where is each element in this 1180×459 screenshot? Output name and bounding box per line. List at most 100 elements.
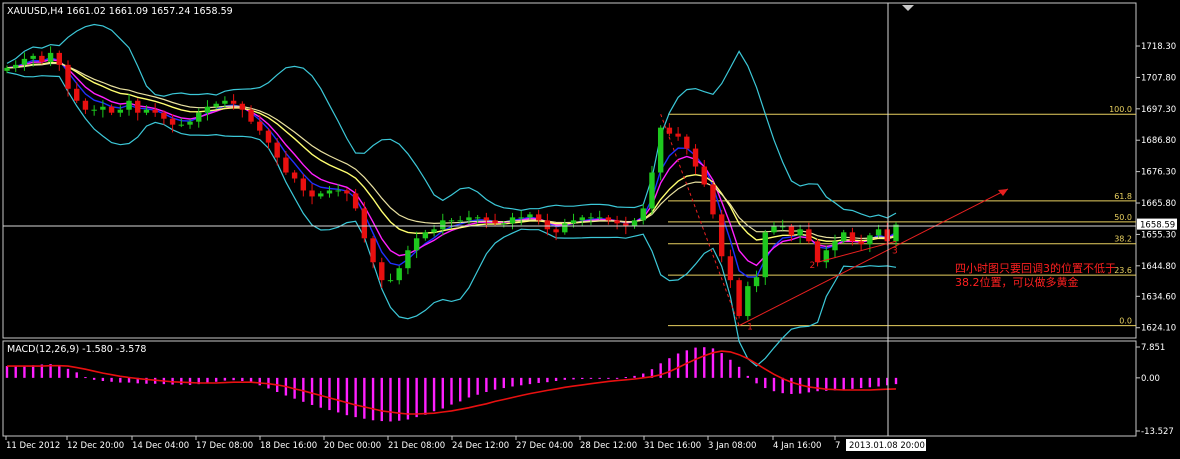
- candle-body: [126, 100, 132, 110]
- candle-body: [684, 136, 690, 149]
- chart-window[interactable]: 100.0 61.8 50.0 38.2 23.6 0.0 123 1718.30 1707…: [0, 0, 1180, 455]
- price-tick-label: 1655.30: [1141, 230, 1176, 240]
- candle-body: [718, 214, 725, 257]
- candle-body: [187, 121, 193, 125]
- macd-histogram-bar: [772, 377, 776, 392]
- candle-body: [65, 64, 71, 89]
- candle-body: [797, 229, 803, 236]
- macd-histogram-bar: [615, 377, 619, 379]
- candle-body: [588, 217, 594, 219]
- macd-histogram-bar: [546, 377, 549, 383]
- candle-body: [692, 148, 699, 167]
- macd-histogram-bar: [589, 377, 593, 379]
- macd-histogram-bar: [450, 377, 453, 405]
- chart-title: XAUUSD,H4 1661.02 1661.09 1657.24 1658.5…: [7, 6, 233, 17]
- time-tick-label: 18 Dec 16:00: [260, 441, 317, 451]
- macd-histogram-bar: [363, 377, 366, 419]
- candle-body: [535, 214, 542, 221]
- candle-body: [884, 229, 890, 242]
- macd-histogram-bar: [781, 377, 784, 394]
- candle-body: [596, 217, 603, 219]
- macd-histogram-bar: [58, 365, 61, 378]
- candle-body: [832, 241, 838, 251]
- chart-frames: [2, 2, 1137, 437]
- chart-canvas[interactable]: 100.061.850.038.223.60.0 123 1718.301707…: [0, 0, 1180, 455]
- macd-histogram-bar: [5, 366, 9, 378]
- ma-yellow-line: [6, 61, 897, 242]
- macd-histogram-bar: [415, 377, 418, 418]
- candle-body: [379, 262, 385, 281]
- time-tick-label: 27 Dec 04:00: [516, 441, 573, 451]
- candle-body: [82, 100, 89, 110]
- price-tick-label: 1624.10: [1141, 324, 1176, 334]
- candle-body: [579, 217, 585, 221]
- candle-body: [657, 127, 664, 173]
- macd-histogram-bar: [180, 377, 183, 385]
- candle-body: [501, 223, 507, 225]
- macd-histogram-bar: [258, 377, 261, 386]
- candle-body: [806, 229, 812, 242]
- macd-histogram-bar: [493, 377, 497, 390]
- candle-body: [448, 220, 455, 222]
- candle-body: [152, 109, 158, 113]
- macd-histogram-bar: [214, 377, 218, 382]
- macd-histogram-bar: [336, 377, 340, 413]
- macd-histogram-bar: [554, 377, 558, 381]
- candle-body: [13, 64, 19, 68]
- macd-histogram-bar: [75, 372, 78, 378]
- macd-histogram-bar: [127, 377, 131, 383]
- candle-body: [47, 52, 54, 62]
- candle-body: [161, 112, 167, 119]
- chart-shift-marker-icon[interactable]: [902, 5, 914, 11]
- candle-body: [875, 229, 882, 236]
- price-tick-label: 1697.30: [1141, 105, 1176, 115]
- macd-histogram-bar: [598, 377, 601, 379]
- candle-body: [169, 118, 176, 125]
- current-price-label: 1658.59: [1140, 221, 1175, 231]
- macd-histogram-bar: [241, 377, 244, 381]
- candle-body: [771, 226, 777, 233]
- candle-body: [814, 241, 821, 263]
- wave-label: 2: [810, 261, 816, 271]
- macd-histogram-bar: [790, 377, 793, 394]
- macd-tick-label: -13.527: [1141, 427, 1174, 437]
- candle-body: [196, 112, 202, 122]
- macd-histogram-bar: [528, 377, 532, 385]
- candle-body: [893, 224, 899, 242]
- candle-body: [30, 55, 36, 59]
- candle-body: [570, 220, 577, 224]
- candle-body: [753, 277, 760, 287]
- macd-histogram-bar: [380, 377, 383, 422]
- macd-histogram-bar: [310, 377, 314, 405]
- macd-histogram-bar: [84, 377, 87, 379]
- price-tick-label: 1707.80: [1141, 73, 1176, 83]
- macd-histogram-bar: [894, 377, 898, 385]
- candle-body: [370, 238, 376, 263]
- macd-histogram-bar: [188, 377, 192, 385]
- candle-body: [614, 220, 620, 224]
- price-tick-label: 1634.60: [1141, 292, 1176, 302]
- candle-body: [675, 133, 681, 137]
- bollinger-bands: [6, 23, 897, 367]
- wave-label: 3: [892, 246, 898, 256]
- candle-body: [413, 238, 420, 251]
- candle-body: [39, 55, 45, 62]
- time-tick-label: 31 Dec 16:00: [644, 441, 701, 451]
- drawings: 1 2 3: [660, 114, 1009, 333]
- macd-histogram-bar: [755, 377, 758, 384]
- axes: 1718.30 1707.80 1697.30 1686.80 1676.30 1665.…: [5, 42, 1177, 451]
- cursor-time-label: 2013.01.08 20:00: [849, 441, 925, 451]
- candle-body: [248, 109, 254, 122]
- candle-body: [727, 256, 734, 281]
- candlesticks: [4, 46, 899, 321]
- candle-body: [100, 106, 106, 110]
- macd-histogram-bar: [764, 377, 767, 389]
- candle-body: [352, 193, 359, 209]
- macd-histogram-bar: [14, 366, 17, 378]
- fib-level-label: 50.0: [1114, 213, 1132, 222]
- candle-body: [213, 103, 219, 107]
- candle-body: [239, 103, 246, 110]
- candle-body: [509, 217, 516, 224]
- time-tick-label: 3 Jan 08:00: [708, 441, 756, 451]
- candle-body: [640, 208, 646, 221]
